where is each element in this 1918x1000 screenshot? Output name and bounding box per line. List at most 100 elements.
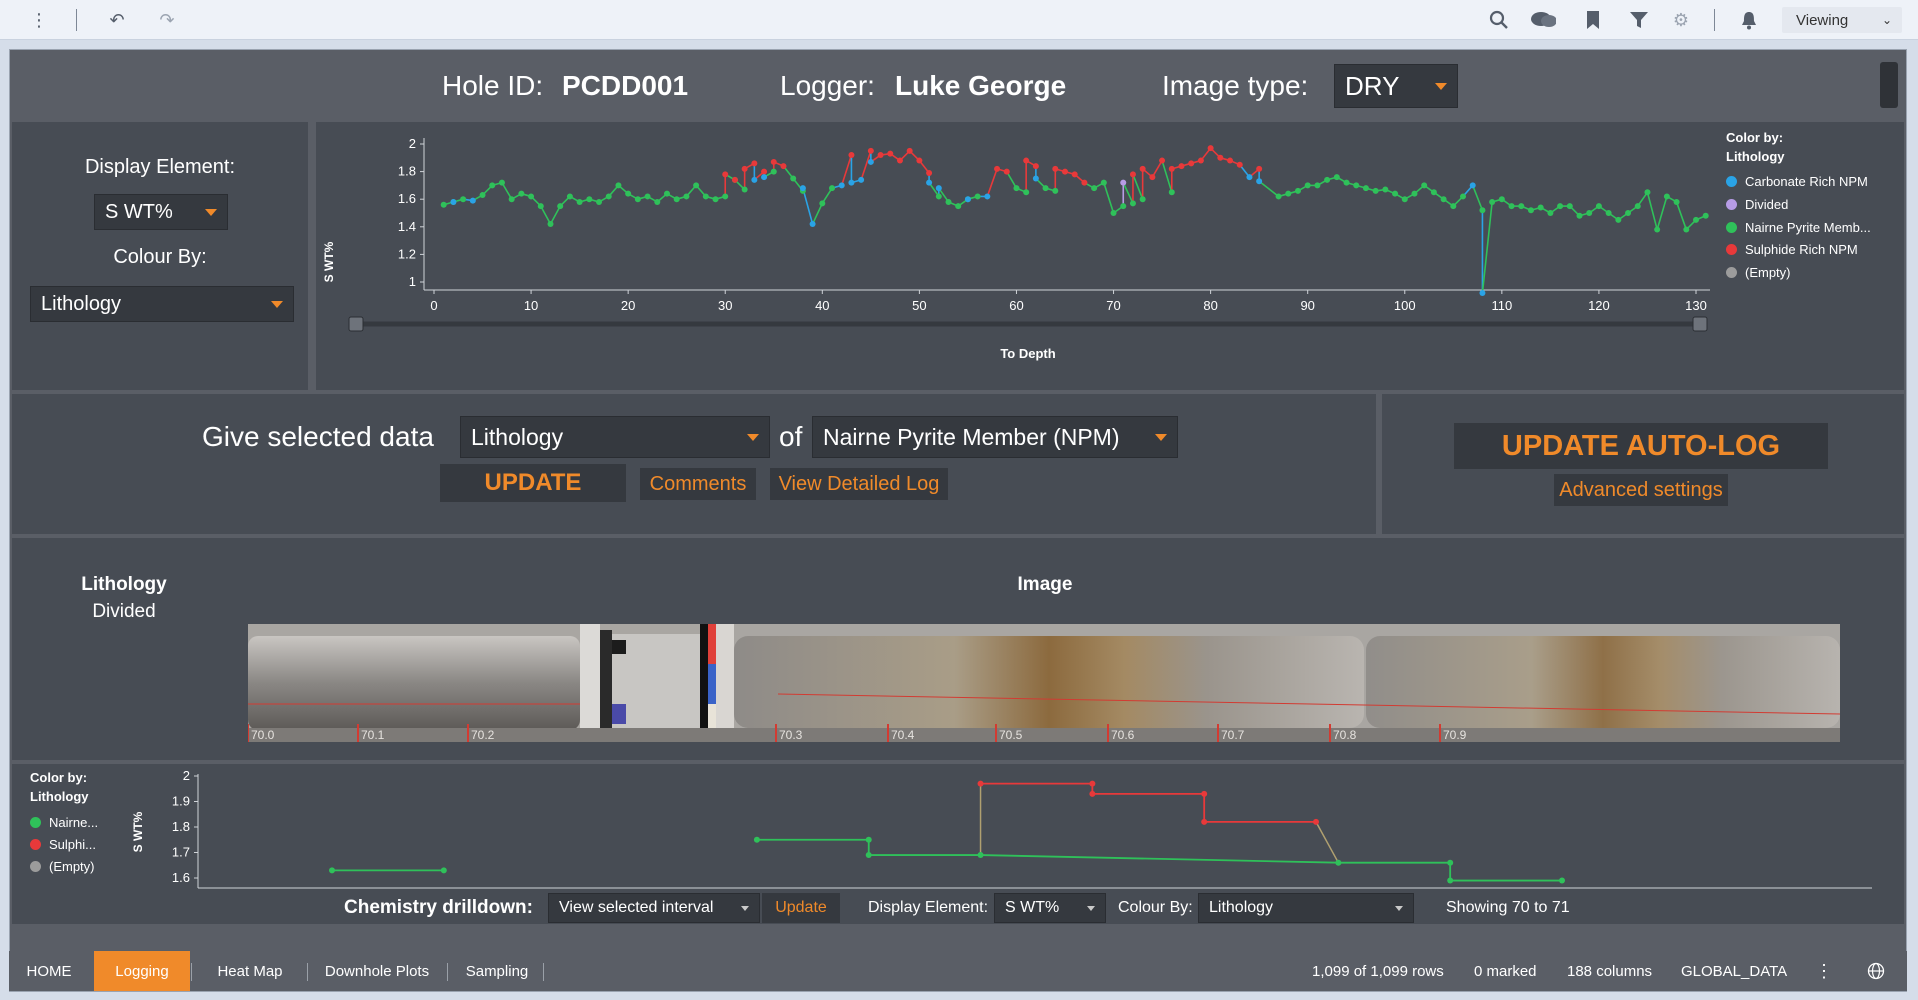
- legend-item-empty[interactable]: (Empty): [1726, 265, 1791, 280]
- data-point[interactable]: [1586, 210, 1593, 216]
- tab-downhole-plots[interactable]: Downhole Plots: [309, 951, 445, 991]
- data-point[interactable]: [663, 190, 670, 197]
- data-point[interactable]: [440, 867, 447, 874]
- data-point[interactable]: [984, 193, 991, 200]
- detail-legend-item-nairne[interactable]: Nairne...: [30, 815, 98, 830]
- data-point[interactable]: [460, 196, 467, 203]
- data-point[interactable]: [1201, 790, 1208, 797]
- legend-item-nairne[interactable]: Nairne Pyrite Memb...: [1726, 220, 1871, 235]
- viewing-mode-select[interactable]: Viewing ⌄: [1782, 7, 1902, 33]
- data-point[interactable]: [1139, 165, 1146, 172]
- data-point[interactable]: [1052, 165, 1059, 172]
- filter-icon[interactable]: [1626, 7, 1652, 33]
- data-point[interactable]: [964, 196, 971, 203]
- data-point[interactable]: [625, 190, 632, 197]
- data-point[interactable]: [1693, 216, 1699, 223]
- data-point[interactable]: [1324, 176, 1331, 183]
- data-point[interactable]: [1227, 157, 1234, 164]
- data-point[interactable]: [1634, 203, 1641, 210]
- data-point[interactable]: [1469, 182, 1476, 189]
- data-point[interactable]: [440, 201, 447, 208]
- data-point[interactable]: [1421, 182, 1428, 189]
- data-point[interactable]: [1683, 226, 1690, 233]
- data-point[interactable]: [926, 169, 933, 176]
- data-point[interactable]: [945, 198, 952, 205]
- data-point[interactable]: [1032, 163, 1039, 170]
- data-point[interactable]: [1547, 210, 1554, 216]
- range-slider-handle-left[interactable]: [348, 316, 364, 332]
- advanced-settings-button[interactable]: Advanced settings: [1554, 474, 1728, 506]
- bookmark-icon[interactable]: [1580, 7, 1606, 33]
- data-point[interactable]: [974, 193, 981, 200]
- data-point[interactable]: [926, 179, 933, 186]
- data-point[interactable]: [1557, 203, 1564, 210]
- data-point[interactable]: [1139, 196, 1146, 203]
- data-point[interactable]: [1110, 210, 1117, 216]
- colour-by-select[interactable]: Lithology: [30, 286, 294, 322]
- globe-icon[interactable]: [1867, 951, 1885, 991]
- data-point[interactable]: [741, 165, 748, 172]
- data-point[interactable]: [1003, 168, 1010, 175]
- data-point[interactable]: [896, 157, 903, 164]
- data-point[interactable]: [848, 152, 855, 159]
- data-point[interactable]: [1285, 190, 1292, 197]
- data-point[interactable]: [1052, 187, 1059, 194]
- data-point[interactable]: [867, 158, 874, 165]
- data-point[interactable]: [848, 179, 855, 186]
- data-point[interactable]: [1217, 154, 1224, 161]
- data-point[interactable]: [722, 193, 729, 200]
- data-point[interactable]: [1411, 190, 1418, 197]
- data-point[interactable]: [712, 196, 719, 203]
- data-point[interactable]: [1362, 185, 1369, 192]
- more-vertical-icon[interactable]: ⋮: [1815, 951, 1833, 991]
- data-point[interactable]: [1168, 165, 1175, 172]
- data-point[interactable]: [751, 176, 758, 183]
- data-point[interactable]: [1149, 174, 1156, 181]
- data-point[interactable]: [809, 221, 816, 228]
- data-point[interactable]: [1654, 226, 1661, 233]
- data-point[interactable]: [1062, 168, 1068, 175]
- data-point[interactable]: [1702, 212, 1709, 219]
- data-point[interactable]: [1089, 780, 1096, 787]
- data-point[interactable]: [673, 196, 680, 203]
- data-point[interactable]: [935, 185, 942, 192]
- data-point[interactable]: [1605, 210, 1612, 216]
- data-point[interactable]: [1447, 859, 1454, 866]
- data-point[interactable]: [596, 198, 603, 205]
- data-point[interactable]: [1100, 179, 1107, 186]
- data-point[interactable]: [770, 168, 777, 175]
- tab-sampling[interactable]: Sampling: [449, 951, 545, 991]
- data-point[interactable]: [518, 190, 525, 197]
- data-point[interactable]: [1023, 189, 1030, 196]
- data-point[interactable]: [615, 182, 622, 189]
- data-point[interactable]: [1013, 185, 1020, 192]
- data-point[interactable]: [1615, 216, 1622, 223]
- drilldown-display-element-select[interactable]: S WT%: [994, 893, 1106, 923]
- detail-chart[interactable]: S WT% 1.6 1.7 1.8 1.9 2: [112, 764, 1872, 904]
- give-data-value-select[interactable]: Nairne Pyrite Member (NPM): [812, 416, 1178, 458]
- data-point[interactable]: [1595, 203, 1602, 210]
- bell-icon[interactable]: [1736, 7, 1762, 33]
- data-point[interactable]: [1353, 182, 1360, 189]
- data-point[interactable]: [1197, 157, 1204, 164]
- data-point[interactable]: [1294, 187, 1301, 194]
- data-point[interactable]: [1178, 163, 1185, 170]
- data-point[interactable]: [1207, 145, 1214, 152]
- tab-logging[interactable]: Logging: [94, 951, 190, 991]
- data-point[interactable]: [1304, 182, 1311, 189]
- gear-icon[interactable]: ⚙: [1668, 7, 1694, 33]
- data-point[interactable]: [1314, 182, 1321, 189]
- data-point[interactable]: [1335, 859, 1342, 866]
- data-point[interactable]: [1382, 186, 1389, 193]
- data-point[interactable]: [1343, 179, 1350, 186]
- give-data-field-select[interactable]: Lithology: [460, 416, 770, 458]
- data-point[interactable]: [1129, 200, 1136, 207]
- data-point[interactable]: [1201, 818, 1208, 825]
- data-point[interactable]: [1537, 204, 1544, 211]
- data-point[interactable]: [1440, 196, 1447, 203]
- data-point[interactable]: [1673, 198, 1680, 205]
- data-point[interactable]: [1071, 171, 1078, 178]
- legend-item-sulphide[interactable]: Sulphide Rich NPM: [1726, 242, 1858, 257]
- data-point[interactable]: [1159, 157, 1166, 164]
- data-point[interactable]: [576, 198, 583, 205]
